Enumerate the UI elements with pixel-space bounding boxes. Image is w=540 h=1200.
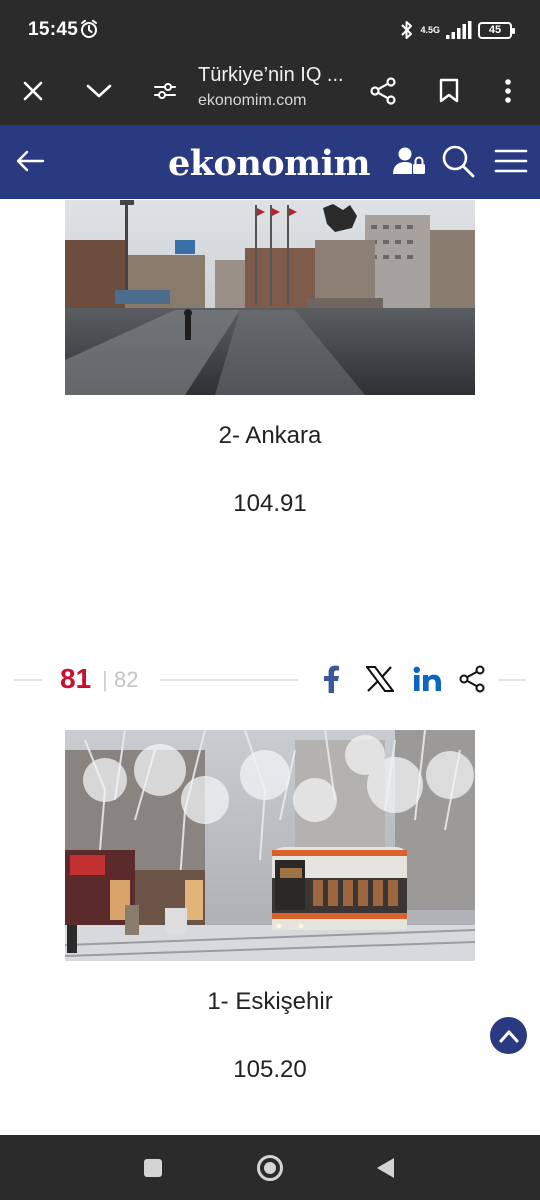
close-icon[interactable] (14, 72, 52, 110)
signal-icon (446, 21, 472, 39)
bookmark-icon[interactable] (430, 72, 468, 110)
page-domain[interactable]: ekonomim.com (198, 92, 306, 110)
status-time: 15:45 (28, 19, 79, 40)
share-icon[interactable] (364, 72, 402, 110)
status-bar: 15:45 4.5G 45 (0, 0, 540, 58)
battery-icon: 45 (478, 21, 515, 39)
divider (14, 679, 42, 681)
slide-caption: 1- Eskişehir (207, 988, 333, 1015)
current-slide-number: 81 (60, 663, 92, 694)
alarm-icon (81, 19, 97, 38)
scroll-to-top-button[interactable] (490, 1017, 527, 1054)
linkedin-icon[interactable] (411, 662, 445, 696)
slide-score: 105.20 (233, 1056, 307, 1083)
slide-share-row: 81 | 82 (0, 660, 540, 700)
slide-score: 104.91 (233, 490, 307, 517)
search-icon[interactable] (439, 142, 477, 180)
home-icon[interactable] (255, 1153, 285, 1183)
total-slide-number: 82 (114, 667, 139, 692)
more-vert-icon[interactable] (489, 72, 527, 110)
facebook-icon[interactable] (314, 662, 348, 696)
eskisehir-photo (65, 730, 475, 961)
menu-icon[interactable] (492, 142, 530, 180)
divider (160, 679, 298, 681)
divider (498, 679, 526, 681)
battery-level: 45 (488, 24, 502, 36)
x-icon[interactable] (363, 662, 397, 696)
chevron-up-icon (499, 1030, 518, 1042)
ankara-photo (65, 200, 475, 395)
user-lock-icon[interactable] (390, 142, 428, 180)
chevron-down-icon[interactable] (80, 72, 118, 110)
browser-toolbar: Türkiye’nin IQ ... ekonomim.com (0, 58, 540, 125)
network-type: 4.5G (420, 24, 440, 35)
back-arrow-icon[interactable] (11, 142, 49, 180)
back-icon[interactable] (370, 1153, 400, 1183)
bluetooth-icon (401, 21, 413, 39)
page-title[interactable]: Türkiye’nin IQ ... (198, 64, 344, 87)
page-info-icon[interactable] (146, 72, 184, 110)
slide-caption: 2- Ankara (218, 422, 322, 449)
site-header: ekonomim (0, 125, 540, 199)
system-nav-bar (0, 1135, 540, 1200)
page-separator: | (102, 667, 108, 692)
site-logo[interactable]: ekonomim (168, 143, 371, 184)
recents-icon[interactable] (138, 1153, 168, 1183)
share-icon[interactable] (455, 662, 489, 696)
